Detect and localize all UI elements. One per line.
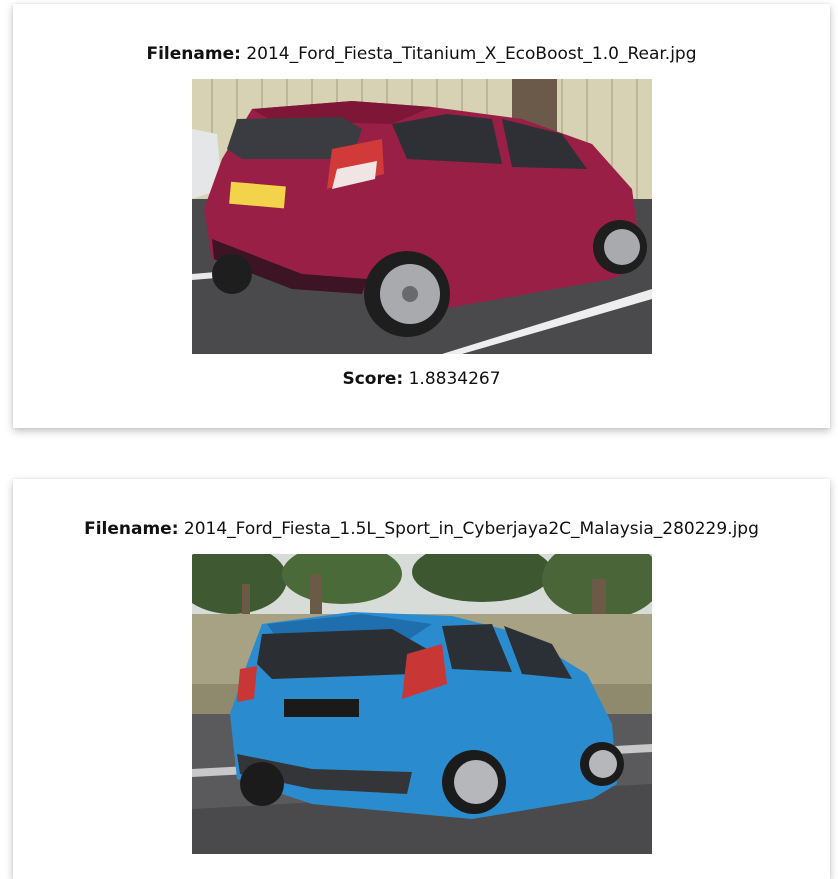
- score-value: 1.8834267: [408, 369, 501, 389]
- filename-label: Filename:: [84, 519, 179, 539]
- filename-value: 2014_Ford_Fiesta_Titanium_X_EcoBoost_1.0…: [246, 44, 697, 64]
- filename-label: Filename:: [146, 44, 241, 64]
- filename-line: Filename: 2014_Ford_Fiesta_1.5L_Sport_in…: [13, 518, 830, 540]
- result-image[interactable]: [192, 554, 652, 854]
- result-card: Filename: 2014_Ford_Fiesta_1.5L_Sport_in…: [13, 479, 830, 879]
- score-line: Score: 1.8834267: [13, 368, 830, 390]
- filename-line: Filename: 2014_Ford_Fiesta_Titanium_X_Ec…: [13, 43, 830, 65]
- result-image[interactable]: [192, 79, 652, 354]
- filename-value: 2014_Ford_Fiesta_1.5L_Sport_in_Cyberjaya…: [183, 519, 759, 539]
- result-card: Filename: 2014_Ford_Fiesta_Titanium_X_Ec…: [13, 4, 830, 428]
- score-label: Score:: [342, 369, 404, 389]
